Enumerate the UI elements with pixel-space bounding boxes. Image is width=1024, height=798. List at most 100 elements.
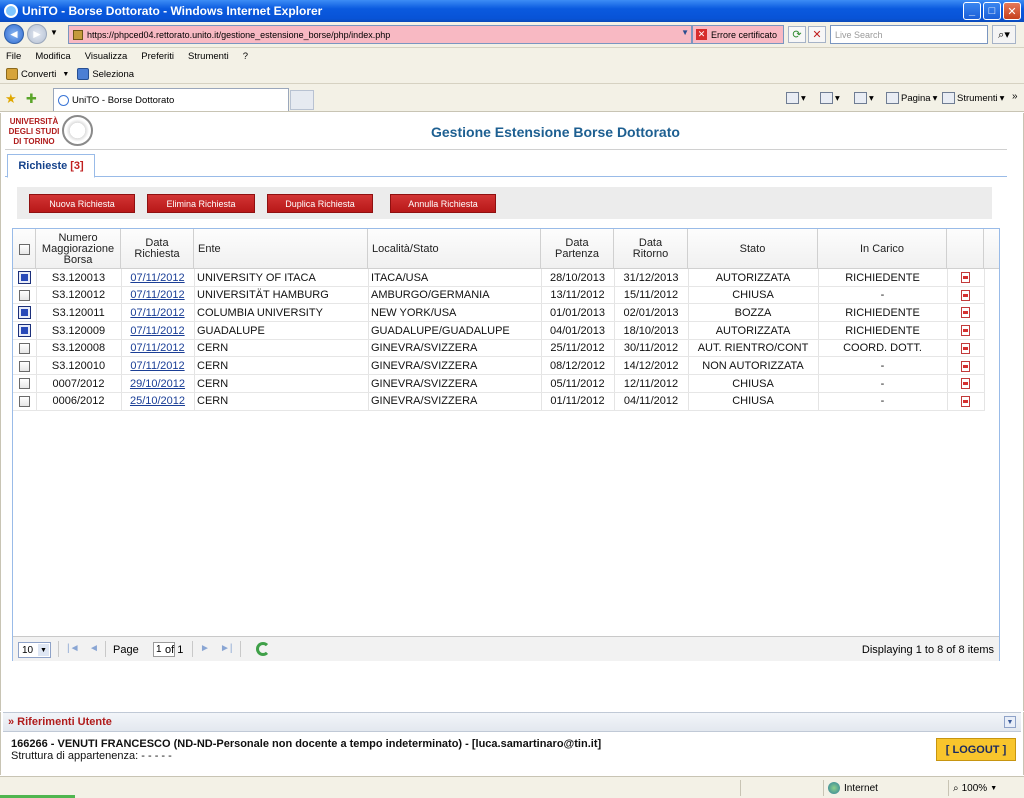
row-checkbox[interactable] xyxy=(19,395,30,407)
collapse-icon[interactable]: ▼ xyxy=(1004,716,1016,728)
logo-line-1: UNIVERSITÀ xyxy=(9,117,59,126)
security-zone[interactable]: Internet xyxy=(823,780,943,796)
page-size-select[interactable]: 10 ▼ xyxy=(18,642,51,658)
data-richiesta-link[interactable]: 07/11/2012 xyxy=(130,360,184,372)
row-checkbox[interactable] xyxy=(18,271,31,284)
row-checkbox[interactable] xyxy=(18,324,31,338)
data-richiesta-link[interactable]: 07/11/2012 xyxy=(130,342,184,354)
cell-ritorno: 12/11/2012 xyxy=(623,377,679,390)
first-page-icon[interactable]: |◄ xyxy=(67,643,80,654)
gear-icon xyxy=(942,92,955,104)
cell-stato: AUTORIZZATA xyxy=(715,324,791,337)
col-in-carico[interactable]: In Carico xyxy=(818,229,947,269)
table-row[interactable]: S3.120010 07/11/2012 CERN GINEVRA/SVIZZERA 0… xyxy=(13,358,985,376)
col-ente[interactable]: Ente xyxy=(194,229,368,269)
tools-menu[interactable]: Strumenti ▾ xyxy=(942,92,1004,104)
annulla-richiesta-button[interactable]: Annulla Richiesta xyxy=(390,194,496,213)
row-checkbox[interactable] xyxy=(19,289,30,301)
home-button[interactable]: ▾ xyxy=(786,92,806,104)
feeds-button[interactable]: ▾ xyxy=(820,92,840,104)
refresh-page-icon[interactable]: ⟳ xyxy=(788,26,806,43)
select-all-checkbox[interactable] xyxy=(18,243,30,255)
stop-icon[interactable]: ✕ xyxy=(808,26,826,43)
menu-strumenti[interactable]: Strumenti xyxy=(188,51,229,62)
add-favorites-icon[interactable]: ✚ xyxy=(26,91,37,107)
table-row[interactable]: S3.120009 07/11/2012 GUADALUPE GUADALUPE/GU… xyxy=(13,322,985,340)
row-select-cell xyxy=(13,393,36,410)
pdf-icon[interactable] xyxy=(961,395,970,407)
pdf-icon[interactable] xyxy=(961,272,970,283)
col-data-richiesta[interactable]: Data Richiesta xyxy=(121,229,194,269)
favorites-star-icon[interactable]: ★ xyxy=(5,91,17,107)
pager-display-info: Displaying 1 to 8 of 8 items xyxy=(861,644,994,656)
new-tab-button[interactable] xyxy=(290,90,314,110)
col-stato[interactable]: Stato xyxy=(688,229,818,269)
menu-file[interactable]: File xyxy=(6,51,21,62)
chevron-more-icon[interactable]: » xyxy=(1012,91,1018,102)
row-checkbox[interactable] xyxy=(19,342,30,354)
col-data-ritorno[interactable]: Data Ritorno xyxy=(614,229,688,269)
table-row[interactable]: 0006/2012 25/10/2012 CERN GINEVRA/SVIZZERA 0… xyxy=(13,393,985,411)
data-richiesta-link[interactable]: 07/11/2012 xyxy=(130,289,184,301)
page-menu[interactable]: Pagina ▾ xyxy=(886,92,937,104)
nuova-richiesta-button[interactable]: Nuova Richiesta xyxy=(29,194,135,213)
pdf-icon[interactable] xyxy=(961,360,970,372)
pdf-icon[interactable] xyxy=(961,342,970,354)
elimina-richiesta-button[interactable]: Elimina Richiesta xyxy=(147,194,255,213)
table-row[interactable]: 0007/2012 29/10/2012 CERN GINEVRA/SVIZZERA 0… xyxy=(13,375,985,393)
history-dropdown-icon[interactable]: ▼ xyxy=(50,28,58,37)
browser-tab[interactable]: UniTO - Borse Dottorato xyxy=(53,88,289,111)
print-button[interactable]: ▾ xyxy=(854,92,874,104)
zoom-dropdown-icon[interactable]: ▼ xyxy=(990,785,997,792)
user-panel-header[interactable]: » Riferimenti Utente ▼ xyxy=(3,712,1021,732)
converti-button[interactable]: Converti xyxy=(21,69,56,80)
pdf-icon[interactable] xyxy=(961,307,970,319)
table-row[interactable]: S3.120008 07/11/2012 CERN GINEVRA/SVIZZERA 2… xyxy=(13,340,985,358)
col-localita[interactable]: Località/Stato xyxy=(368,229,541,269)
seleziona-button[interactable]: Seleziona xyxy=(92,69,134,80)
zoom-control[interactable]: ⌕ 100% ▼ xyxy=(948,780,1022,796)
data-richiesta-link[interactable]: 07/11/2012 xyxy=(130,325,184,337)
col-data-partenza[interactable]: Data Partenza xyxy=(541,229,614,269)
cell-ente: CERN xyxy=(197,360,229,372)
last-page-icon[interactable]: ►| xyxy=(220,643,233,654)
refresh-icon[interactable] xyxy=(256,642,270,656)
table-row[interactable]: S3.120011 07/11/2012 COLUMBIA UNIVERSITY NE… xyxy=(13,304,985,323)
forward-icon[interactable]: ► xyxy=(27,24,47,44)
table-row[interactable]: S3.120012 07/11/2012 UNIVERSITÄT HAMBURG AM… xyxy=(13,287,985,305)
logout-button[interactable]: [ LOGOUT ] xyxy=(936,738,1016,761)
pdf-icon[interactable] xyxy=(961,378,970,390)
menu-modifica[interactable]: Modifica xyxy=(35,51,70,62)
certificate-error[interactable]: ✕ Errore certificato xyxy=(692,25,784,44)
data-richiesta-link[interactable]: 07/11/2012 xyxy=(130,272,184,284)
maximize-icon[interactable]: □ xyxy=(983,2,1001,20)
data-richiesta-link[interactable]: 29/10/2012 xyxy=(130,378,185,390)
menu-help[interactable]: ? xyxy=(243,51,248,62)
cell-stato: CHIUSA xyxy=(732,289,774,302)
row-checkbox[interactable] xyxy=(19,378,30,390)
tab-richieste[interactable]: Richieste [3] xyxy=(7,154,95,178)
next-page-icon[interactable]: ► xyxy=(200,643,210,654)
pdf-icon[interactable] xyxy=(961,289,970,301)
pdf-icon[interactable] xyxy=(961,325,970,337)
close-icon[interactable]: ✕ xyxy=(1003,2,1021,20)
minimize-icon[interactable]: _ xyxy=(963,2,981,20)
converti-dropdown-icon[interactable]: ▼ xyxy=(62,71,69,78)
row-checkbox[interactable] xyxy=(19,360,30,372)
col-numero[interactable]: Numero Maggiorazione Borsa xyxy=(36,229,121,269)
address-input[interactable]: https://phpced04.rettorato.unito.it/gest… xyxy=(68,25,692,44)
search-input[interactable]: Live Search xyxy=(830,25,988,44)
back-icon[interactable]: ◄ xyxy=(4,24,24,44)
prev-page-icon[interactable]: ◄ xyxy=(89,643,99,654)
cell-partenza: 28/10/2013 xyxy=(549,271,606,284)
address-dropdown-icon[interactable]: ▼ xyxy=(681,28,689,37)
status-bar: Internet ⌕ 100% ▼ xyxy=(0,776,1024,798)
menu-preferiti[interactable]: Preferiti xyxy=(141,51,174,62)
menu-visualizza[interactable]: Visualizza xyxy=(85,51,128,62)
duplica-richiesta-button[interactable]: Duplica Richiesta xyxy=(267,194,373,213)
row-checkbox[interactable] xyxy=(18,306,31,320)
search-icon[interactable]: ⌕▾ xyxy=(992,25,1016,44)
table-row[interactable]: S3.120013 07/11/2012 UNIVERSITY OF ITACA IT… xyxy=(13,269,985,287)
data-richiesta-link[interactable]: 07/11/2012 xyxy=(130,307,184,319)
data-richiesta-link[interactable]: 25/10/2012 xyxy=(130,395,185,407)
